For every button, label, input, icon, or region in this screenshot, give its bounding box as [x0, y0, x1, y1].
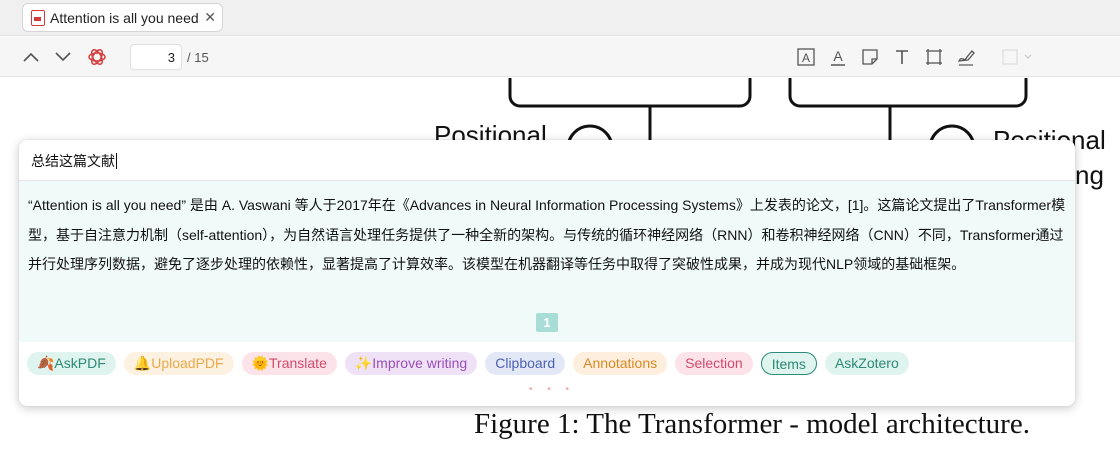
- note-icon[interactable]: [858, 45, 882, 69]
- ai-assistant-popup: 总结这篇文献 “Attention is all you need” 是由 A.…: [19, 140, 1075, 406]
- tab-title: Attention is all you need: [50, 9, 199, 26]
- svg-text:A: A: [833, 48, 843, 64]
- query-text: 总结这篇文献: [31, 153, 115, 169]
- prompt-tag-uploadpdf[interactable]: 🔔UploadPDF: [123, 352, 234, 375]
- reader-toolbar: / 15 A A: [0, 37, 1120, 77]
- prompt-tag-improve-writing[interactable]: ✨Improve writing: [344, 352, 478, 375]
- area-select-icon[interactable]: [922, 45, 946, 69]
- underline-text-icon[interactable]: A: [826, 45, 850, 69]
- signature-icon[interactable]: [954, 45, 978, 69]
- more-dots-icon[interactable]: • • •: [529, 384, 575, 395]
- chevron-down-icon[interactable]: [51, 45, 75, 69]
- answer-text: “Attention is all you need” 是由 A. Vaswan…: [28, 197, 1066, 272]
- chevron-up-icon[interactable]: [19, 45, 43, 69]
- text-box-icon[interactable]: A: [794, 45, 818, 69]
- prompt-tag-items[interactable]: Items: [760, 352, 817, 375]
- prompt-tags: 🍂AskPDF 🔔UploadPDF 🌞Translate ✨Improve writ…: [27, 352, 909, 375]
- citation-badge[interactable]: 1: [536, 313, 558, 332]
- tab-bar: Attention is all you need ✕: [0, 0, 1120, 36]
- openai-icon[interactable]: [85, 45, 109, 69]
- positional-label-fragment: ng: [1075, 160, 1104, 190]
- query-input[interactable]: 总结这篇文献: [19, 140, 1075, 181]
- page-number-input[interactable]: [130, 44, 182, 70]
- figure-caption: Figure 1: The Transformer - model archit…: [474, 408, 1030, 440]
- page-total: / 15: [187, 50, 209, 65]
- svg-text:A: A: [802, 51, 810, 65]
- answer-panel: “Attention is all you need” 是由 A. Vaswan…: [19, 181, 1075, 342]
- prompt-tag-askzotero[interactable]: AskZotero: [824, 352, 909, 375]
- prompt-tag-askpdf[interactable]: 🍂AskPDF: [27, 352, 116, 375]
- text-icon[interactable]: [890, 45, 914, 69]
- prompt-tag-clipboard[interactable]: Clipboard: [485, 352, 566, 375]
- close-icon[interactable]: ✕: [204, 9, 216, 26]
- prompt-tag-selection[interactable]: Selection: [675, 352, 753, 375]
- prompt-tag-translate[interactable]: 🌞Translate: [241, 352, 337, 375]
- pdf-file-icon: [31, 9, 45, 26]
- text-caret: [116, 153, 117, 169]
- document-tab[interactable]: Attention is all you need ✕: [22, 3, 223, 32]
- color-picker-icon[interactable]: [1000, 45, 1036, 69]
- prompt-tag-annotations[interactable]: Annotations: [573, 352, 668, 375]
